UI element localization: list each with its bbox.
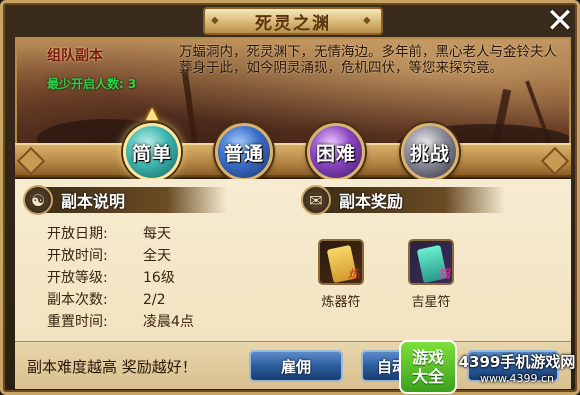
- description-list: 开放日期: 每天 开放时间: 全天 开放等级: 16级 副本次数: 2/2 重置…: [47, 223, 194, 333]
- ribbon-cap-left: [16, 146, 46, 176]
- info-row: 开放等级: 16级: [47, 267, 194, 289]
- info-key: 开放日期:: [47, 226, 108, 242]
- difficulty-challenge-button[interactable]: 挑战: [401, 123, 459, 181]
- content-area: ☯ 副本说明 开放日期: 每天 开放时间: 全天 开放等级: 16级 副本次数:…: [15, 179, 571, 341]
- rewards-title: 副本奖励: [339, 192, 404, 211]
- yin-yang-icon: ☯: [23, 185, 53, 215]
- info-value: 全天: [143, 248, 171, 264]
- min-players-value: 3: [127, 77, 137, 91]
- watermark-badge-line1: 游戏: [411, 348, 444, 367]
- difficulty-ribbon: [15, 143, 571, 177]
- info-value: 凌晨4点: [143, 314, 194, 330]
- info-key: 开放时间:: [47, 248, 108, 264]
- info-value: 每天: [143, 226, 171, 242]
- scene-banner: 组队副本 最少开启人数: 3 万蝠洞内，死灵渊下，无情海边。多年前，黑心老人与金铃…: [15, 37, 571, 149]
- hire-button[interactable]: 雇佣: [249, 350, 343, 382]
- difficulty-normal-button[interactable]: 普通: [215, 123, 273, 181]
- min-players: 最少开启人数: 3: [47, 75, 136, 92]
- rewards-header: ✉ 副本奖励: [301, 185, 505, 215]
- scene-info: 组队副本 最少开启人数: 3: [47, 45, 136, 92]
- page-title: 死灵之渊: [255, 13, 331, 34]
- dungeon-type: 组队副本: [47, 48, 103, 64]
- lucky-star-talisman-icon[interactable]: 福: [408, 239, 454, 285]
- scene-tree: [181, 68, 199, 147]
- watermark-site-name: 4399手机游戏网: [458, 353, 576, 371]
- reward-name: 炼器符: [321, 295, 361, 310]
- difficulty-hint: 副本难度越高 奖励越好！: [27, 358, 197, 376]
- story-text: 万蝠洞内，死灵渊下，无情海边。多年前，黑心老人与金铃夫人葬身于此，如今阴灵涌现，…: [179, 44, 557, 76]
- info-row: 开放日期: 每天: [47, 223, 194, 245]
- talisman-glyph: 福: [437, 267, 450, 281]
- watermark-badge: 游戏 大全: [399, 340, 457, 394]
- info-value: 16级: [143, 270, 175, 286]
- info-row: 开放时间: 全天: [47, 245, 194, 267]
- info-key: 开放等级:: [47, 270, 108, 286]
- title-plaque: ◆ 死灵之渊 ◆: [203, 7, 383, 35]
- reward-item[interactable]: 福 吉星符: [401, 239, 461, 310]
- description-title: 副本说明: [61, 192, 126, 211]
- watermark-badge-line2: 大全: [411, 367, 444, 386]
- ribbon-cap-right: [540, 146, 570, 176]
- title-ornament-right-icon: ◆: [363, 15, 373, 26]
- dungeon-panel: ◆ 死灵之渊 ◆ ✕ 组队副本 最少开启人数: 3 万蝠洞内，死灵渊下，无情海边。…: [0, 0, 580, 395]
- reward-name: 吉星符: [411, 295, 451, 310]
- refine-talisman-icon[interactable]: 炼: [318, 239, 364, 285]
- talisman-glyph: 炼: [347, 267, 360, 281]
- info-value: 2/2: [143, 292, 166, 308]
- difficulty-hard-button[interactable]: 困难: [307, 123, 365, 181]
- info-row: 副本次数: 2/2: [47, 289, 194, 311]
- info-row: 重置时间: 凌晨4点: [47, 311, 194, 333]
- info-key: 重置时间:: [47, 314, 108, 330]
- close-icon[interactable]: ✕: [541, 3, 579, 39]
- description-header: ☯ 副本说明: [23, 185, 227, 215]
- title-ornament-left-icon: ◆: [211, 15, 221, 26]
- selected-indicator-icon: ▲: [145, 103, 159, 122]
- scroll-icon: ✉: [301, 185, 331, 215]
- reward-item[interactable]: 炼 炼器符: [311, 239, 371, 310]
- info-key: 副本次数:: [47, 292, 108, 308]
- min-players-label: 最少开启人数:: [47, 77, 124, 91]
- rewards-list: 炼 炼器符 福 吉星符: [311, 239, 461, 310]
- watermark-text: 4399手机游戏网 www.4399.cn: [455, 351, 579, 385]
- difficulty-easy-button[interactable]: 简单: [123, 123, 181, 181]
- watermark-site-url: www.4399.cn: [480, 372, 554, 385]
